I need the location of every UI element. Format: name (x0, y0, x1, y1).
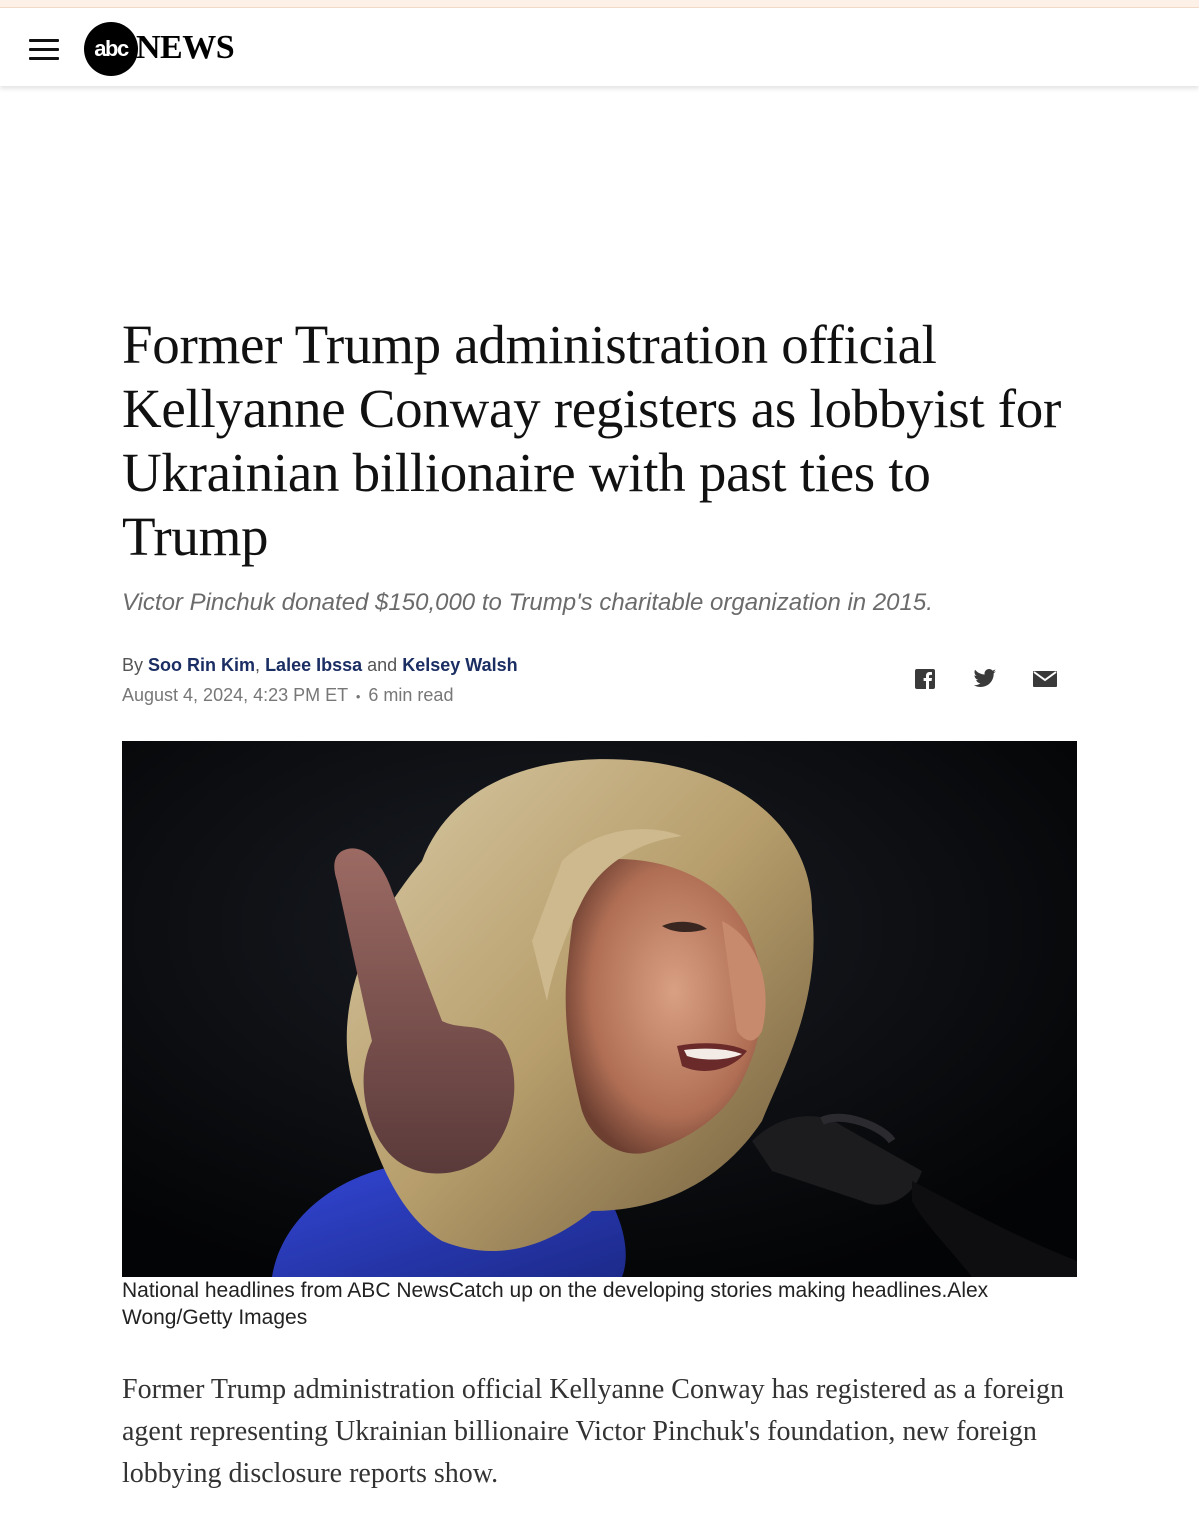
hero-photo-illustration (122, 741, 1077, 1277)
byline-comma: , (255, 655, 261, 675)
email-icon[interactable] (1032, 666, 1058, 692)
publish-date: August 4, 2024, 4:23 PM ET (122, 685, 348, 705)
hero-photo (122, 741, 1077, 1277)
byline: By Soo Rin Kim, Lalee Ibssa and Kelsey W… (122, 652, 518, 678)
news-wordmark: NEWS (136, 29, 235, 66)
abc-logo-circle: abc (84, 22, 138, 76)
hamburger-menu-icon[interactable] (26, 34, 62, 64)
read-time: 6 min read (368, 685, 454, 705)
facebook-icon[interactable] (912, 666, 938, 692)
site-header: abc NEWS (0, 8, 1199, 86)
author-link-1[interactable]: Soo Rin Kim (148, 655, 255, 675)
article-body-paragraph: Former Trump administration official Kel… (122, 1374, 1064, 1489)
twitter-icon[interactable] (972, 666, 998, 692)
article-subheadline: Victor Pinchuk donated $150,000 to Trump… (122, 589, 933, 616)
dateline-bullet: • (355, 689, 361, 704)
byline-prefix: By (122, 655, 144, 675)
dateline: August 4, 2024, 4:23 PM ET • 6 min read (122, 682, 453, 710)
share-bar (912, 666, 1062, 696)
author-link-3[interactable]: Kelsey Walsh (402, 655, 517, 675)
abc-news-logo[interactable]: abc NEWS (84, 22, 254, 76)
author-link-2[interactable]: Lalee Ibssa (265, 655, 362, 675)
byline-and: and (367, 655, 398, 675)
top-accent-bar (0, 0, 1199, 8)
image-caption: National headlines from ABC NewsCatch up… (122, 1279, 989, 1329)
article-headline: Former Trump administration official Kel… (122, 314, 1061, 567)
